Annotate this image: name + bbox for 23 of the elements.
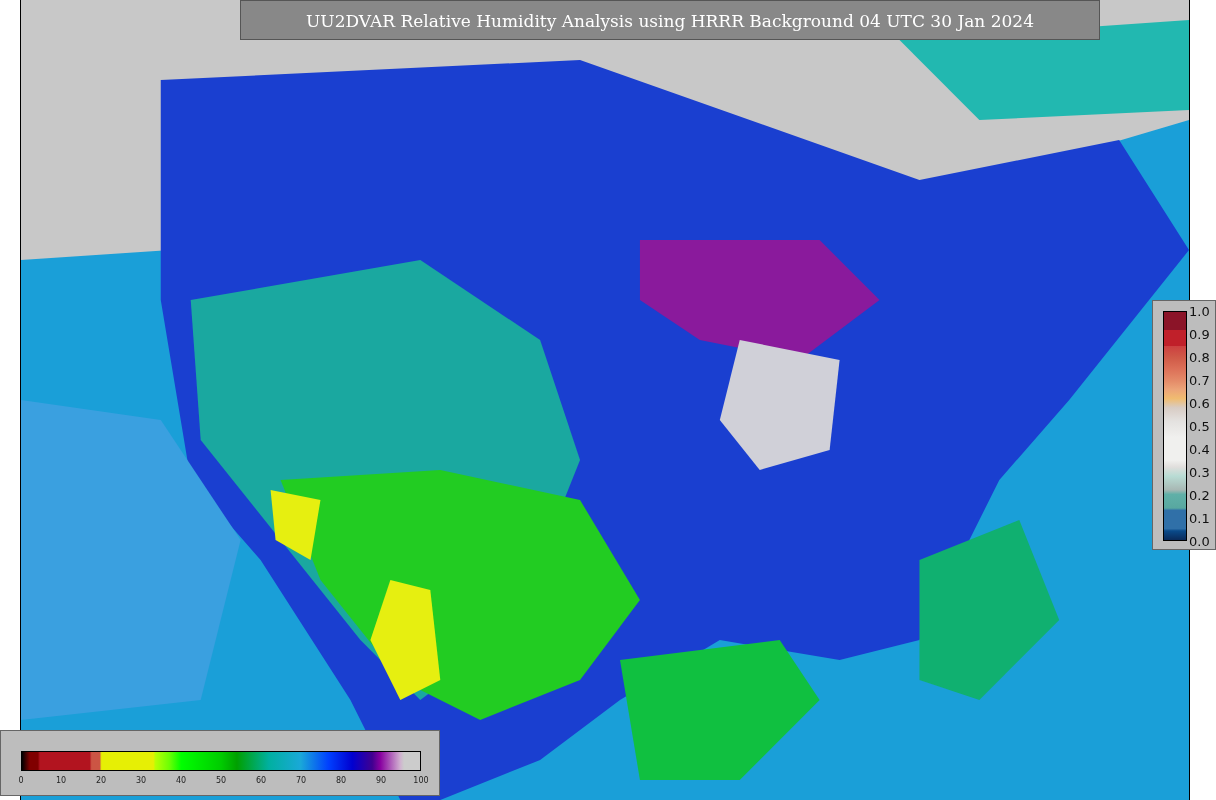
- colorbar-tick-label: 60: [255, 776, 267, 785]
- colorbar-tick-label: 0.3: [1189, 464, 1210, 480]
- colorbar-tick-label: 0.6: [1189, 395, 1210, 411]
- colorbar-tick-label: 40: [175, 776, 187, 785]
- colorbar-tick-label: 70: [295, 776, 307, 785]
- colorbar-tick-label: 90: [375, 776, 387, 785]
- colorbar-tick-label: 20: [95, 776, 107, 785]
- colorbar-tick-label: 30: [135, 776, 147, 785]
- colorbar-tick-label: 10: [55, 776, 67, 785]
- map-title: UU2DVAR Relative Humidity Analysis using HRRR Background 04 UTC 30 Jan 2024: [240, 0, 1100, 40]
- colorbar-tick-label: 0.0: [1189, 533, 1210, 549]
- colorbar-tick-label: 1.0: [1189, 303, 1210, 319]
- colorbar-tick-label: 0.2: [1189, 487, 1210, 503]
- colorbar-tick-label: 0.1: [1189, 510, 1210, 526]
- colorbar-tick-label: 0.8: [1189, 349, 1210, 365]
- colorbar-tick-label: 0: [18, 776, 24, 785]
- colorbar-tick-label: 50: [215, 776, 227, 785]
- colorbar-tick-label: 80: [335, 776, 347, 785]
- colorbar-tick-label: 0.4: [1189, 441, 1210, 457]
- colorbar-tick-label: 0.9: [1189, 326, 1210, 342]
- colorbar-tick-label: 0.5: [1189, 418, 1210, 434]
- colorbar-tick-label: 0.7: [1189, 372, 1210, 388]
- colorbar-tick-label: 100: [413, 776, 429, 785]
